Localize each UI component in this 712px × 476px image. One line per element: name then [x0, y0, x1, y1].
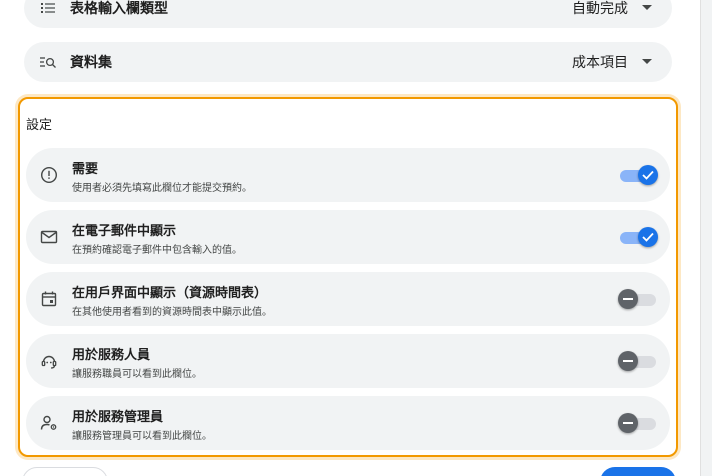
chevron-down-icon: [642, 59, 652, 64]
input-type-select[interactable]: 表格輸入欄類型 自動完成: [24, 0, 672, 28]
scrollbar[interactable]: [700, 0, 712, 476]
calendar-icon: [41, 291, 57, 307]
setting-title: 用於服務人員: [72, 348, 151, 363]
input-type-label: 表格輸入欄類型: [70, 1, 168, 17]
setting-description: 在其他使用者看到的資源時間表中顯示此值。: [72, 307, 272, 318]
setting-title: 在用戶界面中顯示（資源時間表）: [72, 286, 268, 301]
setting-title: 用於服務管理員: [72, 410, 164, 425]
primary-button[interactable]: [600, 467, 676, 476]
secondary-button[interactable]: [22, 467, 108, 476]
manage-accounts-icon: [40, 415, 57, 430]
setting-required: 需要 使用者必須先填寫此欄位才能提交預約。: [26, 148, 670, 202]
minus-icon: [618, 413, 638, 433]
settings-title: 設定: [26, 118, 53, 133]
support-agent-icon: [41, 355, 57, 369]
setting-description: 讓服務職員可以看到此欄位。: [72, 369, 202, 380]
service-admin-toggle[interactable]: [618, 413, 656, 433]
alert-circle-icon: [40, 166, 58, 184]
show-in-email-toggle[interactable]: [620, 227, 658, 247]
dataset-select[interactable]: 資料集 成本項目: [24, 42, 672, 82]
dataset-value: 成本項目: [572, 55, 628, 71]
check-icon: [638, 165, 658, 185]
setting-service-staff: 用於服務人員 讓服務職員可以看到此欄位。: [26, 334, 670, 388]
setting-title: 需要: [72, 162, 99, 177]
chevron-down-icon: [642, 5, 652, 10]
input-type-value: 自動完成: [572, 1, 628, 17]
minus-icon: [618, 289, 638, 309]
mail-icon: [40, 230, 58, 244]
required-toggle[interactable]: [620, 165, 658, 185]
setting-title: 在電子郵件中顯示: [72, 224, 177, 239]
search-list-icon: [40, 54, 56, 70]
setting-show-in-email: 在電子郵件中顯示 在預約確認電子郵件中包含輸入的值。: [26, 210, 670, 264]
setting-service-admin: 用於服務管理員 讓服務管理員可以看到此欄位。: [26, 396, 670, 450]
show-in-ui-toggle[interactable]: [618, 289, 656, 309]
setting-show-in-ui: 在用戶界面中顯示（資源時間表） 在其他使用者看到的資源時間表中顯示此值。: [26, 272, 670, 326]
check-icon: [638, 227, 658, 247]
minus-icon: [618, 351, 638, 371]
setting-description: 使用者必須先填寫此欄位才能提交預約。: [72, 183, 252, 194]
service-staff-toggle[interactable]: [618, 351, 656, 371]
dataset-label: 資料集: [70, 55, 112, 71]
setting-description: 讓服務管理員可以看到此欄位。: [72, 431, 212, 442]
setting-description: 在預約確認電子郵件中包含輸入的值。: [72, 245, 242, 256]
list-icon: [40, 0, 56, 16]
settings-panel: 設定 需要 使用者必須先填寫此欄位才能提交預約。 在電子郵件中顯示 在預約確認電…: [18, 97, 678, 457]
